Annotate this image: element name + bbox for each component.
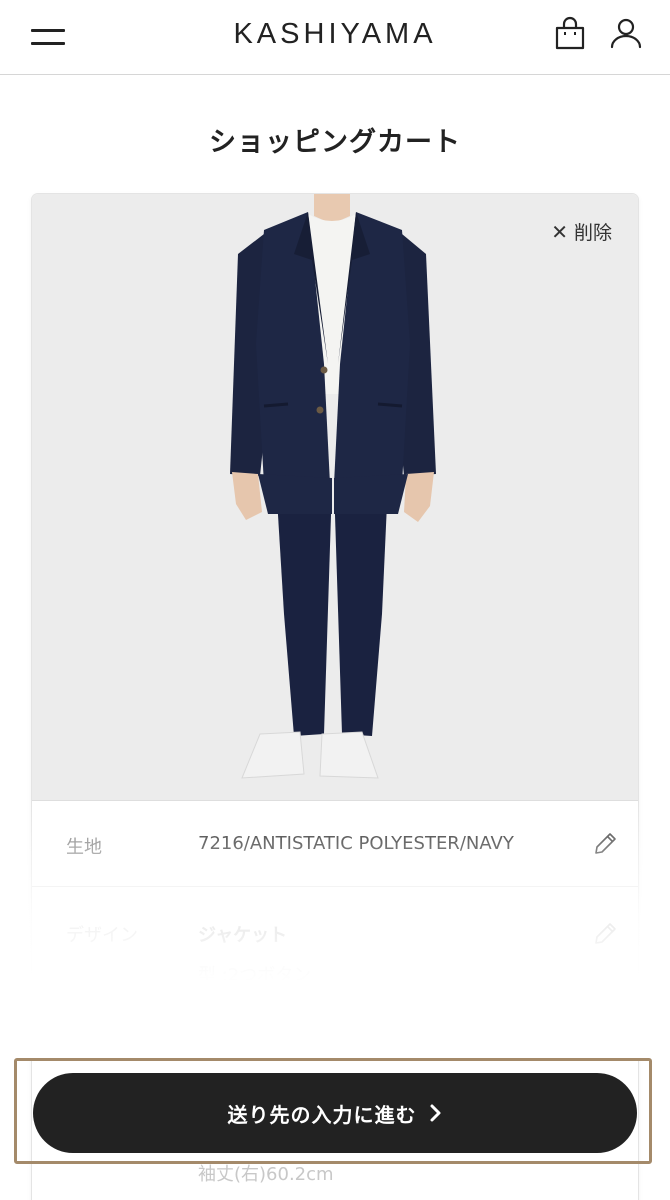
cart-page: KASHIYAMA ショッピングカート ✕ 削除 生地 7216/ANTISTA… — [0, 0, 670, 1200]
user-icon[interactable] — [608, 16, 644, 52]
proceed-to-shipping-button[interactable]: 送り先の入力に進む — [33, 1073, 637, 1153]
product-image: ✕ 削除 — [32, 194, 638, 800]
cta-label: 送り先の入力に進む — [227, 1102, 417, 1127]
design-label: デザイン — [66, 925, 138, 946]
fabric-row: 生地 7216/ANTISTATIC POLYESTER/NAVY — [32, 800, 638, 887]
design-detail-style: 型 :2つボタン — [198, 965, 312, 986]
shopping-bag-icon[interactable] — [552, 16, 588, 52]
fabric-value: 7216/ANTISTATIC POLYESTER/NAVY — [198, 833, 514, 854]
pencil-icon[interactable] — [592, 831, 618, 857]
delete-button[interactable]: ✕ 削除 — [551, 218, 612, 245]
pencil-icon[interactable] — [592, 921, 618, 947]
close-icon: ✕ — [551, 219, 568, 244]
cart-item-card: ✕ 削除 生地 7216/ANTISTATIC POLYESTER/NAVY デ… — [32, 194, 638, 1200]
design-row: デザイン ジャケット 型 :2つボタン ベント :センター — [32, 886, 638, 1047]
design-item: ジャケット — [198, 925, 288, 946]
navy-suit-image — [230, 194, 436, 779]
design-detail-vent: ベント :センター — [198, 1005, 336, 1026]
delete-label: 削除 — [573, 222, 612, 244]
page-title: ショッピングカート — [209, 127, 461, 158]
fabric-label: 生地 — [66, 837, 102, 858]
chevron-right-icon — [430, 1104, 440, 1122]
site-header: KASHIYAMA — [0, 0, 670, 75]
